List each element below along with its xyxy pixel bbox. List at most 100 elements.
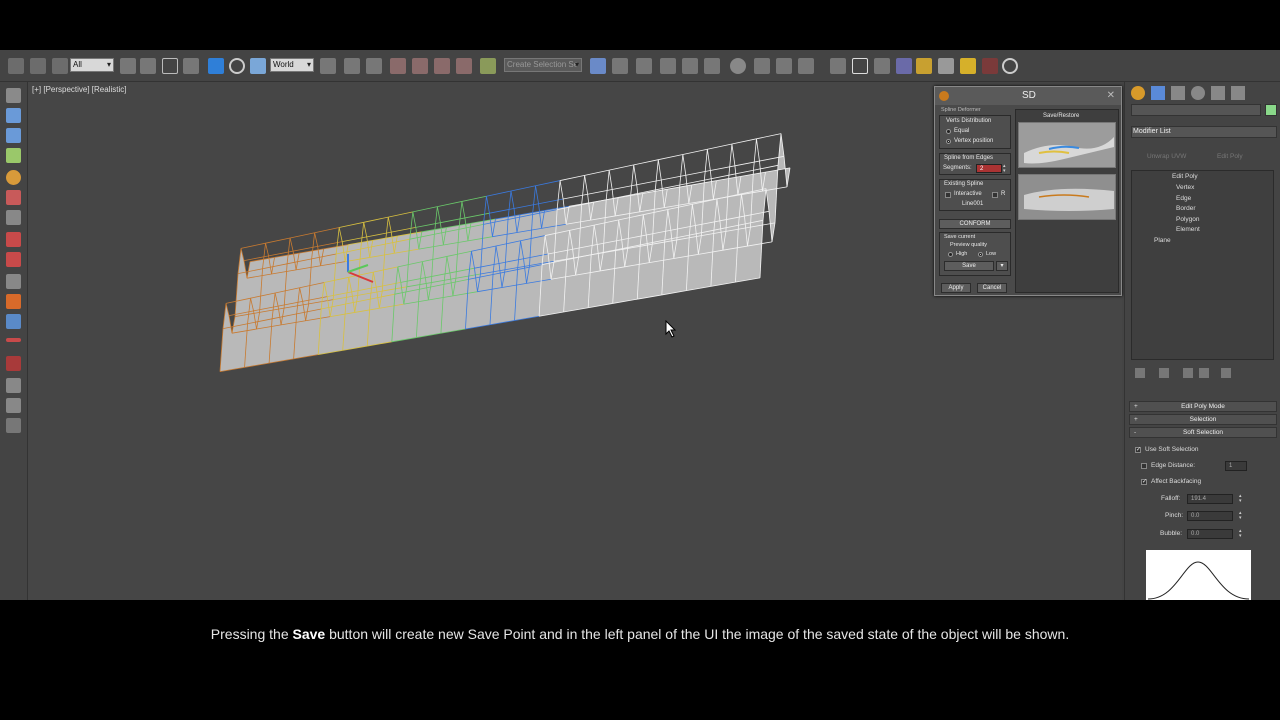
stack-item-edit-poly[interactable]: Edit Poly: [1172, 173, 1198, 180]
edit-named-selection-icon[interactable]: [480, 58, 496, 74]
pivot-center-icon[interactable]: [320, 58, 336, 74]
window-crossing-icon[interactable]: [183, 58, 199, 74]
create-icon[interactable]: [6, 88, 21, 103]
soft-selection-rollout[interactable]: - Soft Selection: [1129, 427, 1277, 438]
pinch-spinner[interactable]: 0.0: [1187, 511, 1233, 521]
remove-modifier-icon[interactable]: [1199, 368, 1209, 378]
paint-icon[interactable]: [896, 58, 912, 74]
conform-button[interactable]: CONFORM: [939, 219, 1011, 229]
link-icon[interactable]: [8, 58, 24, 74]
list-icon[interactable]: [874, 58, 890, 74]
hierarchy-icon[interactable]: [6, 128, 21, 143]
snaps-toggle-icon[interactable]: [390, 58, 406, 74]
stack-item-edge[interactable]: Edge: [1176, 195, 1191, 202]
motion-tab-icon[interactable]: [1191, 86, 1205, 100]
display-tab-icon[interactable]: [1211, 86, 1225, 100]
unwrap-uvw-button[interactable]: Unwrap UVW: [1147, 153, 1186, 160]
plugin-icon-a[interactable]: [6, 210, 21, 225]
percent-snap-icon[interactable]: [434, 58, 450, 74]
edit-poly-mode-rollout[interactable]: + Edit Poly Mode: [1129, 401, 1277, 412]
schematic-view-icon[interactable]: [704, 58, 720, 74]
bind-space-warp-icon[interactable]: [52, 58, 68, 74]
edge-distance-checkbox[interactable]: [1141, 463, 1147, 469]
plugin-icon-b[interactable]: [6, 232, 21, 247]
mesh-surface[interactable]: [220, 133, 790, 372]
save-dropdown-button[interactable]: ▾: [996, 261, 1008, 271]
object-color-swatch[interactable]: [1265, 104, 1277, 116]
object-name-field[interactable]: [1131, 104, 1261, 116]
save-point-thumbnail-1[interactable]: [1018, 122, 1116, 168]
material-editor-icon[interactable]: [730, 58, 746, 74]
scene-explorer-icon[interactable]: [830, 58, 846, 74]
use-soft-selection-checkbox[interactable]: ✓: [1135, 447, 1141, 453]
plugin-icon-j[interactable]: [6, 398, 21, 413]
save-point-thumbnail-2[interactable]: [1018, 174, 1116, 220]
utilities-tab-icon[interactable]: [1231, 86, 1245, 100]
segments-spinner-arrows[interactable]: ▴ ▾: [1003, 164, 1008, 174]
stack-item-border[interactable]: Border: [1176, 205, 1196, 212]
mirror-icon[interactable]: [590, 58, 606, 74]
select-by-name-icon[interactable]: [140, 58, 156, 74]
named-selection-set-select[interactable]: Create Selection Se: [504, 58, 582, 72]
selection-filter-select[interactable]: All: [70, 58, 114, 72]
stack-item-polygon[interactable]: Polygon: [1176, 216, 1200, 223]
layer-explorer-icon[interactable]: [636, 58, 652, 74]
equal-radio[interactable]: [946, 129, 951, 134]
make-unique-icon[interactable]: [1183, 368, 1193, 378]
select-object-icon[interactable]: [120, 58, 136, 74]
plugin-icon-g[interactable]: [6, 338, 21, 342]
cube-icon[interactable]: [938, 58, 954, 74]
bubble-spinner[interactable]: 0.0: [1187, 529, 1233, 539]
r-checkbox[interactable]: [992, 192, 998, 198]
refresh-icon[interactable]: [1002, 58, 1018, 74]
falloff-spinner[interactable]: 191.4: [1187, 494, 1233, 504]
reference-coordinate-select[interactable]: World: [270, 58, 314, 72]
show-end-result-icon[interactable]: [1159, 368, 1169, 378]
low-radio[interactable]: [978, 252, 983, 257]
pinch-spinner-arrows[interactable]: ▴ ▾: [1239, 511, 1244, 521]
edge-distance-spinner[interactable]: 1: [1225, 461, 1247, 471]
unlink-icon[interactable]: [30, 58, 46, 74]
plugin-icon-d[interactable]: [6, 274, 21, 289]
cancel-button[interactable]: Cancel: [977, 283, 1007, 293]
select-manipulate-icon[interactable]: [344, 58, 360, 74]
close-icon[interactable]: ✕: [1107, 90, 1115, 101]
pin-stack-icon[interactable]: [1135, 368, 1145, 378]
modify-tab-icon[interactable]: [1151, 86, 1165, 100]
align-icon[interactable]: [612, 58, 628, 74]
plugin-icon-h[interactable]: [6, 356, 21, 371]
stack-item-vertex[interactable]: Vertex: [1176, 184, 1194, 191]
spline-name[interactable]: Line001: [962, 201, 983, 207]
red-plugin-icon[interactable]: [982, 58, 998, 74]
spinner-snap-icon[interactable]: [456, 58, 472, 74]
toggle-ribbon-icon[interactable]: [660, 58, 676, 74]
stack-item-element[interactable]: Element: [1176, 226, 1200, 233]
viewport-label[interactable]: [+] [Perspective] [Realistic]: [32, 85, 126, 94]
gold-plugin-icon[interactable]: [960, 58, 976, 74]
stack-item-plane[interactable]: Plane: [1154, 237, 1171, 244]
rectangular-selection-icon[interactable]: [162, 58, 178, 74]
hierarchy-tab-icon[interactable]: [1171, 86, 1185, 100]
plugin-icon-f[interactable]: [6, 314, 21, 329]
segments-spinner[interactable]: 2: [976, 164, 1002, 173]
plugin-icon-i[interactable]: [6, 378, 21, 393]
select-and-rotate-icon[interactable]: [229, 58, 245, 74]
falloff-spinner-arrows[interactable]: ▴ ▾: [1239, 494, 1244, 504]
rendered-frame-window-icon[interactable]: [776, 58, 792, 74]
render-setup-icon[interactable]: [754, 58, 770, 74]
selection-rollout[interactable]: + Selection: [1129, 414, 1277, 425]
apply-button[interactable]: Apply: [941, 283, 971, 293]
utilities-icon[interactable]: [6, 190, 21, 205]
maxscript-icon[interactable]: [852, 58, 868, 74]
plugin-icon-c[interactable]: [6, 252, 21, 267]
select-and-scale-icon[interactable]: [250, 58, 266, 74]
keyboard-shortcut-override-icon[interactable]: [366, 58, 382, 74]
save-button[interactable]: Save: [944, 261, 994, 271]
high-radio[interactable]: [948, 252, 953, 257]
plugin-icon-e[interactable]: [6, 294, 21, 309]
sd-title-bar[interactable]: SD ✕: [935, 87, 1121, 105]
render-production-icon[interactable]: [798, 58, 814, 74]
vertex-position-radio[interactable]: [946, 139, 951, 144]
plugin-icon-k[interactable]: [6, 418, 21, 433]
display-icon[interactable]: [6, 170, 21, 185]
